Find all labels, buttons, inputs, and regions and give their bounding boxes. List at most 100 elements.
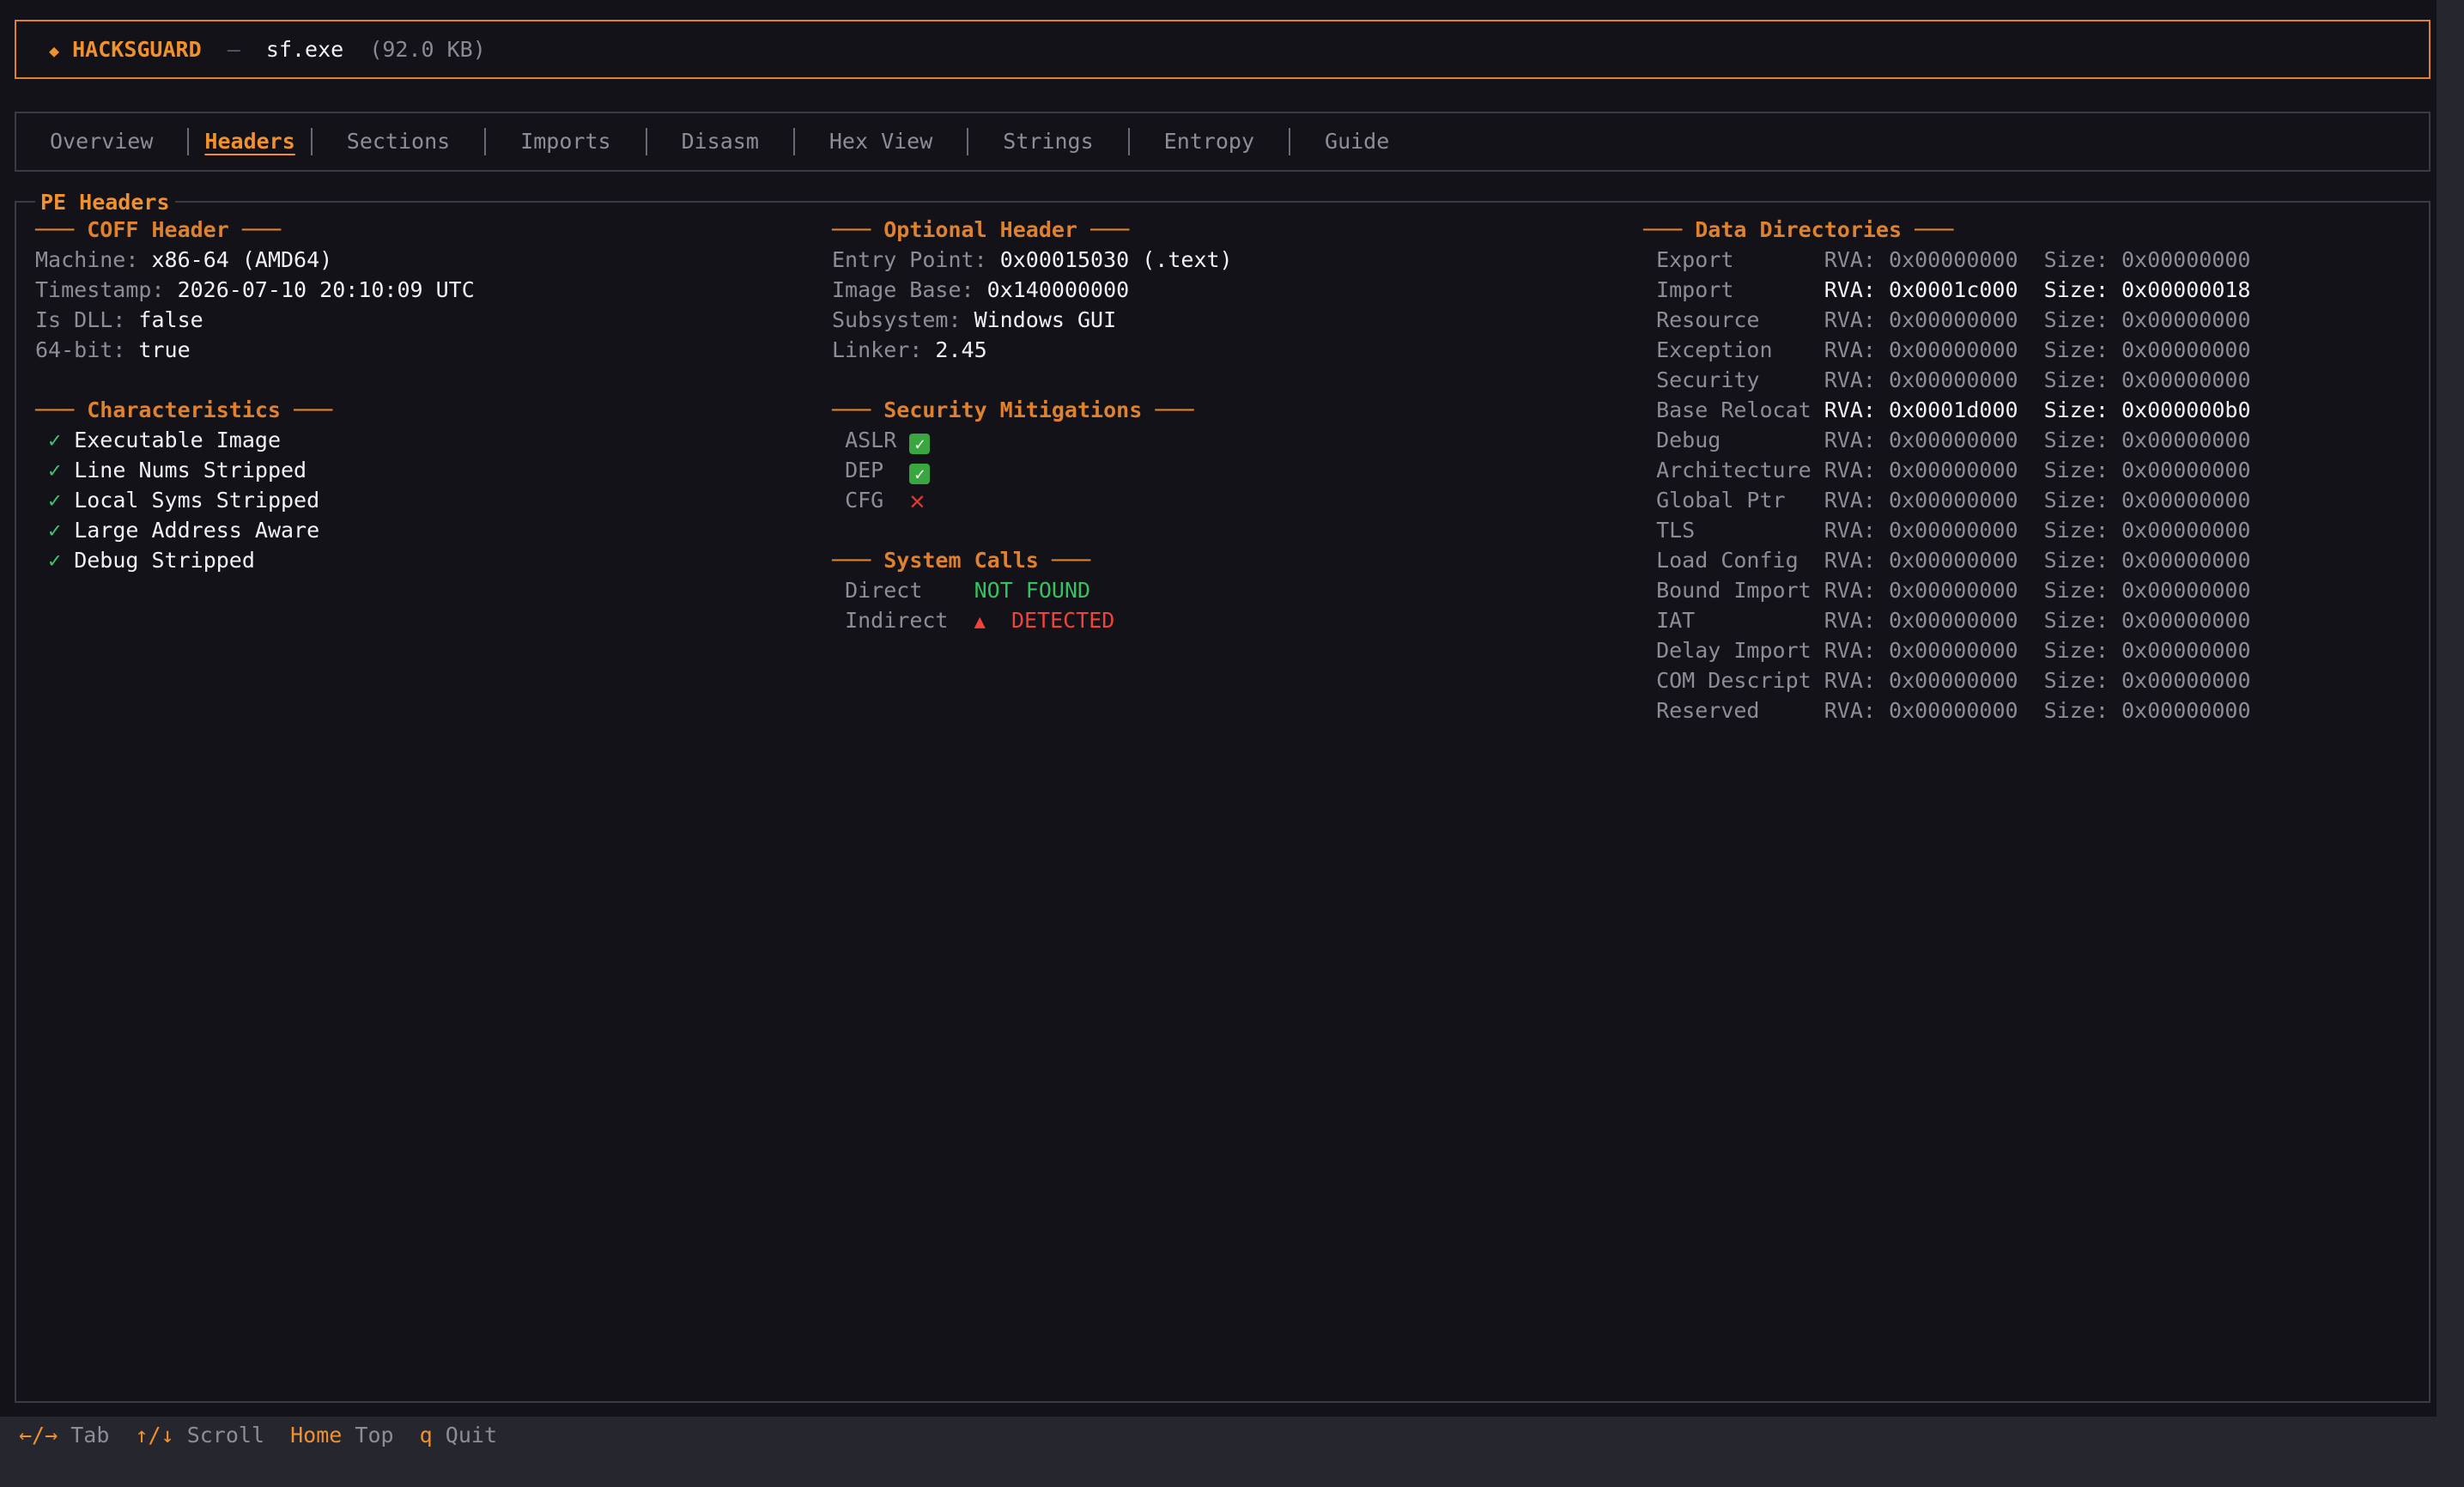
rva-value: 0x00000000 (1889, 367, 2018, 392)
coff-row: Machine: x86-64 (AMD64) (35, 245, 475, 275)
rva-value: 0x00000000 (1889, 668, 2018, 693)
shortcut-desc: Quit (445, 1423, 498, 1448)
size-value: 0x00000000 (2121, 428, 2251, 452)
tab-disasm[interactable]: Disasm (647, 113, 793, 170)
rva-value: 0x00000000 (1889, 698, 2018, 723)
optional-section-title: ─── Optional Header ─── (832, 217, 1130, 242)
rva-value: 0x00000000 (1889, 638, 2018, 663)
tab-imports[interactable]: Imports (486, 113, 645, 170)
size-label: Size: (2043, 247, 2109, 272)
optional-row: Subsystem: Windows GUI (832, 305, 1233, 335)
tab-overview[interactable]: Overview (16, 113, 187, 170)
characteristic-item: ✓ Local Syms Stripped (35, 485, 475, 515)
size-label: Size: (2043, 458, 2109, 483)
characteristics-section-title: ─── Characteristics ─── (35, 398, 333, 422)
data-directories-section-title: ─── Data Directories ─── (1643, 217, 1954, 242)
check-icon: ✓ (48, 488, 62, 513)
tab-headers[interactable]: Headers (189, 113, 310, 170)
coff-value: x86-64 (AMD64) (151, 247, 333, 272)
rva-label: RVA: (1824, 608, 1876, 633)
rva-label: RVA: (1824, 247, 1876, 272)
tab-hex-view[interactable]: Hex View (795, 113, 967, 170)
warning-icon: ▲ (974, 611, 986, 633)
data-directory-row: Reserved RVA: 0x00000000 Size: 0x0000000… (1643, 695, 2250, 725)
directory-name: Security (1656, 367, 1760, 392)
characteristic-item: ✓ Debug Stripped (35, 545, 475, 575)
optional-value: Windows GUI (974, 307, 1117, 332)
rva-label: RVA: (1824, 458, 1876, 483)
mitigation-name: ASLR (845, 428, 897, 452)
mitigation-row: DEP ✓ (832, 455, 1233, 485)
optional-value: 0x140000000 (986, 277, 1130, 302)
syscall-indirect-label: Indirect (845, 608, 949, 633)
size-label: Size: (2043, 668, 2109, 693)
syscall-direct-label: Direct (845, 578, 923, 603)
size-value: 0x00000000 (2121, 638, 2251, 663)
coff-row: Is DLL: false (35, 305, 475, 335)
rva-value: 0x00000000 (1889, 247, 2018, 272)
size-label: Size: (2043, 398, 2109, 422)
rva-label: RVA: (1824, 307, 1876, 332)
coff-key: Machine: (35, 247, 139, 272)
coff-key: 64-bit: (35, 337, 126, 362)
shortcut-desc: Tab (70, 1423, 110, 1448)
rva-label: RVA: (1824, 277, 1876, 302)
characteristic-label: Line Nums Stripped (74, 458, 307, 483)
size-value: 0x00000000 (2121, 488, 2251, 513)
optional-row: Image Base: 0x140000000 (832, 275, 1233, 305)
optional-key: Linker: (832, 337, 923, 362)
tab-strings[interactable]: Strings (968, 113, 1127, 170)
tab-guide[interactable]: Guide (1290, 113, 1423, 170)
size-label: Size: (2043, 488, 2109, 513)
rva-label: RVA: (1824, 367, 1876, 392)
directory-name: COM Descript (1656, 668, 1812, 693)
size-label: Size: (2043, 367, 2109, 392)
directory-name: Reserved (1656, 698, 1760, 723)
check-icon: ✓ (48, 428, 62, 452)
size-value: 0x00000000 (2121, 578, 2251, 603)
directory-name: Load Config (1656, 548, 1799, 573)
size-label: Size: (2043, 277, 2109, 302)
shortcut-key: q (419, 1423, 433, 1448)
optional-row: Entry Point: 0x00015030 (.text) (832, 245, 1233, 275)
check-icon: ✓ (48, 548, 62, 573)
rva-label: RVA: (1824, 578, 1876, 603)
size-value: 0x00000000 (2121, 458, 2251, 483)
coff-key: Is DLL: (35, 307, 126, 332)
optional-key: Image Base: (832, 277, 974, 302)
title-bar: ◆ HACKSGUARD — sf.exe (92.0 KB) (15, 20, 2431, 79)
data-directory-row: COM Descript RVA: 0x00000000 Size: 0x000… (1643, 665, 2250, 695)
directory-name: Delay Import (1656, 638, 1812, 663)
characteristic-label: Debug Stripped (74, 548, 255, 573)
file-name: sf.exe (265, 37, 344, 62)
mitigations-section-title: ─── Security Mitigations ─── (832, 398, 1194, 422)
size-value: 0x00000000 (2121, 337, 2251, 362)
tab-list: Overview Headers Sections Imports Disasm Hex … (16, 113, 1423, 170)
size-value: 0x00000000 (2121, 307, 2251, 332)
check-icon: ✓ (48, 458, 62, 483)
rva-value: 0x00000000 (1889, 578, 2018, 603)
tab-sections[interactable]: Sections (313, 113, 484, 170)
rva-value: 0x0001c000 (1889, 277, 2018, 302)
directory-name: Global Ptr (1656, 488, 1786, 513)
rva-value: 0x00000000 (1889, 337, 2018, 362)
checkmark-icon: ✓ (909, 464, 931, 484)
size-label: Size: (2043, 608, 2109, 633)
rva-value: 0x00000000 (1889, 307, 2018, 332)
rva-value: 0x00000000 (1889, 458, 2018, 483)
terminal-window: ◆ HACKSGUARD — sf.exe (92.0 KB) Overview… (0, 0, 2437, 1417)
rva-label: RVA: (1824, 698, 1876, 723)
rva-label: RVA: (1824, 428, 1876, 452)
mitigation-row: CFG ✕ (832, 485, 1233, 516)
rva-label: RVA: (1824, 668, 1876, 693)
mitigation-name: CFG (845, 488, 884, 513)
data-directory-row: Delay Import RVA: 0x00000000 Size: 0x000… (1643, 635, 2251, 665)
coff-row: 64-bit: true (35, 335, 475, 365)
data-directory-row: Import RVA: 0x0001c000 Size: 0x00000018 (1643, 275, 2251, 305)
tab-entropy[interactable]: Entropy (1130, 113, 1289, 170)
coff-value: 2026-07-10 20:10:09 UTC (177, 277, 475, 302)
rva-label: RVA: (1824, 548, 1876, 573)
size-label: Size: (2043, 698, 2109, 723)
coff-key: Timestamp: (35, 277, 165, 302)
rva-label: RVA: (1824, 398, 1876, 422)
